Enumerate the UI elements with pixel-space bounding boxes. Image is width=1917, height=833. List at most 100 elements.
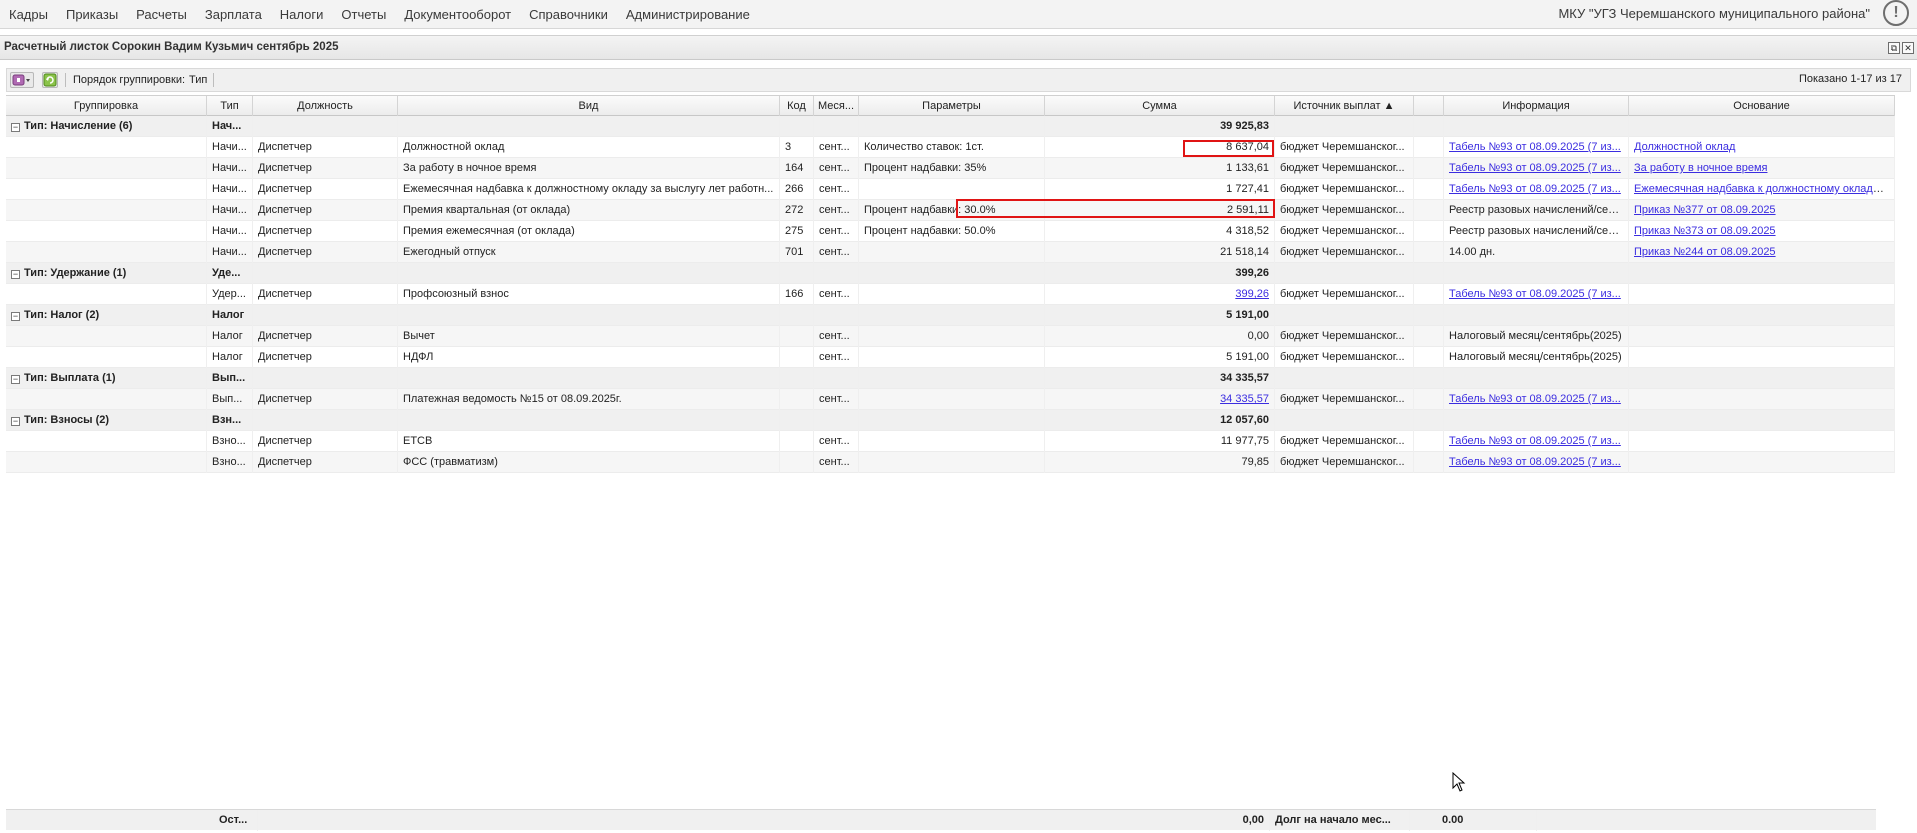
column-header-grouping[interactable]: Группировка — [6, 96, 207, 116]
column-header-info[interactable]: Информация — [1444, 96, 1629, 116]
table-row[interactable]: Налог Диспетчер НДФЛ сент... 5 191,00 бюджет … — [6, 347, 1895, 368]
cell-code — [780, 347, 814, 368]
table-row[interactable]: Начи... Диспетчер Премия ежемесячная (от о… — [6, 221, 1895, 242]
group-row[interactable]: − Тип: Удержание (1) Уде... 399,26 — [6, 263, 1895, 284]
cell-source: бюджет Черемшанског... — [1275, 179, 1414, 200]
group-type: Нач... — [207, 116, 253, 137]
table-row[interactable]: Начи... Диспетчер Ежемесячная надбавка к д… — [6, 179, 1895, 200]
cell-code: 701 — [780, 242, 814, 263]
sum-link[interactable]: 399,26 — [1235, 288, 1269, 300]
group-empty-cell — [398, 410, 780, 431]
cell-info: Табель №93 от 08.09.2025 (7 из... — [1444, 452, 1629, 473]
basis-link[interactable]: Приказ №244 от 08.09.2025 — [1634, 246, 1776, 258]
group-label[interactable]: − Тип: Удержание (1) — [6, 263, 207, 284]
table-row[interactable]: Взно... Диспетчер ФСС (травматизм) сент... 7… — [6, 452, 1895, 473]
menu-item[interactable]: Приказы — [66, 7, 118, 22]
menu-item[interactable]: Зарплата — [205, 7, 262, 22]
group-label[interactable]: − Тип: Взносы (2) — [6, 410, 207, 431]
group-empty-cell — [1414, 368, 1444, 389]
footer-type: Ост... — [214, 810, 258, 831]
restore-window-icon[interactable]: ⧉ — [1888, 42, 1900, 54]
cell-vid: Профсоюзный взнос — [398, 284, 780, 305]
menu-item[interactable]: Налоги — [280, 7, 324, 22]
group-empty-cell — [859, 410, 1045, 431]
cell-info: Табель №93 от 08.09.2025 (7 из... — [1444, 158, 1629, 179]
footer-sum: 0,00 — [1043, 810, 1270, 831]
menu-item[interactable]: Отчеты — [341, 7, 386, 22]
table-row[interactable]: Вып... Диспетчер Платежная ведомость №15 о… — [6, 389, 1895, 410]
cell-params: Процент надбавки: 50.0% — [859, 221, 1045, 242]
collapse-group-icon[interactable]: − — [11, 123, 20, 132]
group-row[interactable]: − Тип: Налог (2) Налог 5 191,00 — [6, 305, 1895, 326]
column-header-code[interactable]: Код — [780, 96, 814, 116]
cell-basis: Ежемесячная надбавка к должностному окла… — [1629, 179, 1895, 200]
table-row[interactable]: Взно... Диспетчер ЕТСВ сент... 11 977,75 бюдж… — [6, 431, 1895, 452]
close-window-icon[interactable]: ✕ — [1902, 42, 1914, 54]
column-header-blank[interactable] — [1414, 96, 1444, 116]
group-row[interactable]: − Тип: Начисление (6) Нач... 39 925,83 — [6, 116, 1895, 137]
refresh-button[interactable] — [42, 72, 58, 88]
column-header-source[interactable]: Источник выплат ▲ — [1275, 96, 1414, 116]
cell-blank — [1414, 221, 1444, 242]
grouping-value[interactable]: Тип — [189, 74, 207, 86]
group-empty-cell — [1444, 305, 1629, 326]
grid-footer-summary: Ост... 0,00 Долг на начало мес... 0.00 — [6, 809, 1876, 831]
sum-link[interactable]: 34 335,57 — [1220, 393, 1269, 405]
table-row[interactable]: Начи... Диспетчер Должностной оклад 3 сент..… — [6, 137, 1895, 158]
add-dropdown-button[interactable] — [10, 72, 34, 88]
group-label[interactable]: − Тип: Начисление (6) — [6, 116, 207, 137]
info-link[interactable]: Табель №93 от 08.09.2025 (7 из... — [1449, 456, 1621, 468]
info-link[interactable]: Табель №93 от 08.09.2025 (7 из... — [1449, 393, 1621, 405]
menu-item[interactable]: Кадры — [9, 7, 48, 22]
column-header-basis[interactable]: Основание — [1629, 96, 1895, 116]
group-row[interactable]: − Тип: Взносы (2) Взн... 12 057,60 — [6, 410, 1895, 431]
column-header-vid[interactable]: Вид — [398, 96, 780, 116]
group-empty-cell — [1414, 263, 1444, 284]
menu-item[interactable]: Расчеты — [136, 7, 187, 22]
column-header-month[interactable]: Меся... — [814, 96, 859, 116]
basis-link[interactable]: За работу в ночное время — [1634, 162, 1768, 174]
info-link[interactable]: Табель №93 от 08.09.2025 (7 из... — [1449, 183, 1621, 195]
column-header-type[interactable]: Тип — [207, 96, 253, 116]
menu-item[interactable]: Администрирование — [626, 7, 750, 22]
group-empty-cell — [1629, 368, 1895, 389]
collapse-group-icon[interactable]: − — [11, 270, 20, 279]
group-empty-cell — [1629, 263, 1895, 284]
info-icon[interactable]: ! — [1883, 0, 1909, 26]
group-label[interactable]: − Тип: Налог (2) — [6, 305, 207, 326]
collapse-group-icon[interactable]: − — [11, 375, 20, 384]
column-header-position[interactable]: Должность — [253, 96, 398, 116]
table-row[interactable]: Налог Диспетчер Вычет сент... 0,00 бюджет Чер… — [6, 326, 1895, 347]
column-header-params[interactable]: Параметры — [859, 96, 1045, 116]
table-row[interactable]: Начи... Диспетчер За работу в ночное время… — [6, 158, 1895, 179]
cell-basis — [1629, 389, 1895, 410]
group-row[interactable]: − Тип: Выплата (1) Вып... 34 335,57 — [6, 368, 1895, 389]
info-link[interactable]: Табель №93 от 08.09.2025 (7 из... — [1449, 288, 1621, 300]
group-empty-cell — [1444, 263, 1629, 284]
group-empty-cell — [398, 368, 780, 389]
cell-params: Процент надбавки: 35% — [859, 158, 1045, 179]
info-link[interactable]: Табель №93 от 08.09.2025 (7 из... — [1449, 435, 1621, 447]
basis-link[interactable]: Приказ №377 от 08.09.2025 — [1634, 204, 1776, 216]
basis-link[interactable]: Должностной оклад — [1634, 141, 1735, 153]
group-empty-cell — [780, 263, 814, 284]
collapse-group-icon[interactable]: − — [11, 312, 20, 321]
cell-params — [859, 179, 1045, 200]
table-row[interactable]: Начи... Диспетчер Ежегодный отпуск 701 сент.… — [6, 242, 1895, 263]
info-link[interactable]: Табель №93 от 08.09.2025 (7 из... — [1449, 141, 1621, 153]
column-header-sum[interactable]: Сумма — [1045, 96, 1275, 116]
group-label[interactable]: − Тип: Выплата (1) — [6, 368, 207, 389]
cell-vid: За работу в ночное время — [398, 158, 780, 179]
cell-grouping — [6, 200, 207, 221]
basis-link[interactable]: Приказ №373 от 08.09.2025 — [1634, 225, 1776, 237]
table-row[interactable]: Удер... Диспетчер Профсоюзный взнос 166 сент… — [6, 284, 1895, 305]
collapse-group-icon[interactable]: − — [11, 417, 20, 426]
table-row[interactable]: Начи... Диспетчер Премия квартальная (от о… — [6, 200, 1895, 221]
basis-link[interactable]: Ежемесячная надбавка к должностному окла… — [1634, 183, 1894, 195]
cell-month: сент... — [814, 137, 859, 158]
cell-type: Налог — [207, 326, 253, 347]
menu-item[interactable]: Справочники — [529, 7, 608, 22]
menu-item[interactable]: Документооборот — [404, 7, 511, 22]
cell-params — [859, 431, 1045, 452]
info-link[interactable]: Табель №93 от 08.09.2025 (7 из... — [1449, 162, 1621, 174]
